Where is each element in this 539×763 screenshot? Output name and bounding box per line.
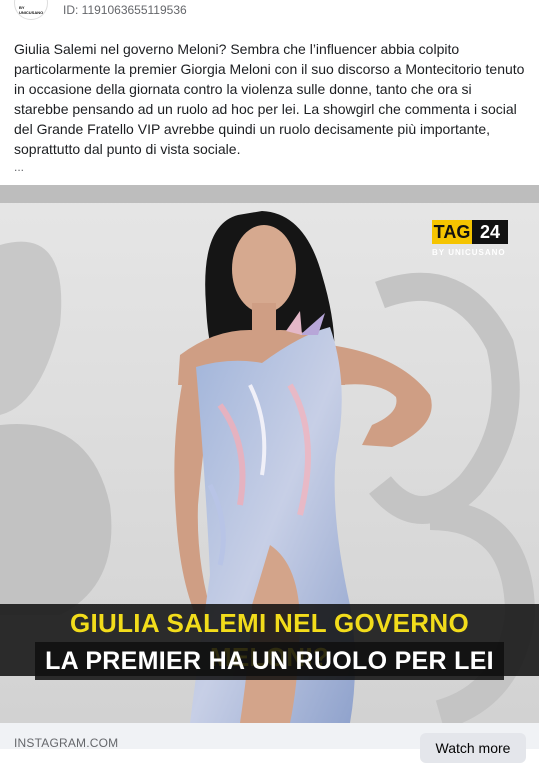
ad-id: ID: 1191063655119536 [63,3,187,17]
post-header: BY UNICUSANO ID: 1191063655119536 [0,0,539,22]
post-text: Giulia Salemi nel governo Meloni? Sembra… [14,41,525,157]
watch-more-button[interactable]: Watch more [420,733,526,763]
tag24-logo: TAG 24 [432,220,510,246]
avatar-logo-text: BY UNICUSANO [19,5,44,15]
link-footer[interactable]: INSTAGRAM.COM Watch more [0,723,539,763]
logo-subtitle: BY UNICUSANO [432,248,506,257]
caption-line-2-text: LA PREMIER HA UN RUOLO PER LEI [35,642,504,680]
avatar[interactable]: BY UNICUSANO [14,0,48,20]
see-more-ellipsis[interactable]: ... [14,160,24,174]
link-source-domain: INSTAGRAM.COM [14,736,119,750]
video-caption-line-2: LA PREMIER HA UN RUOLO PER LEI [0,642,539,680]
logo-number-text: 24 [472,220,508,244]
logo-tag-text: TAG [432,220,472,244]
